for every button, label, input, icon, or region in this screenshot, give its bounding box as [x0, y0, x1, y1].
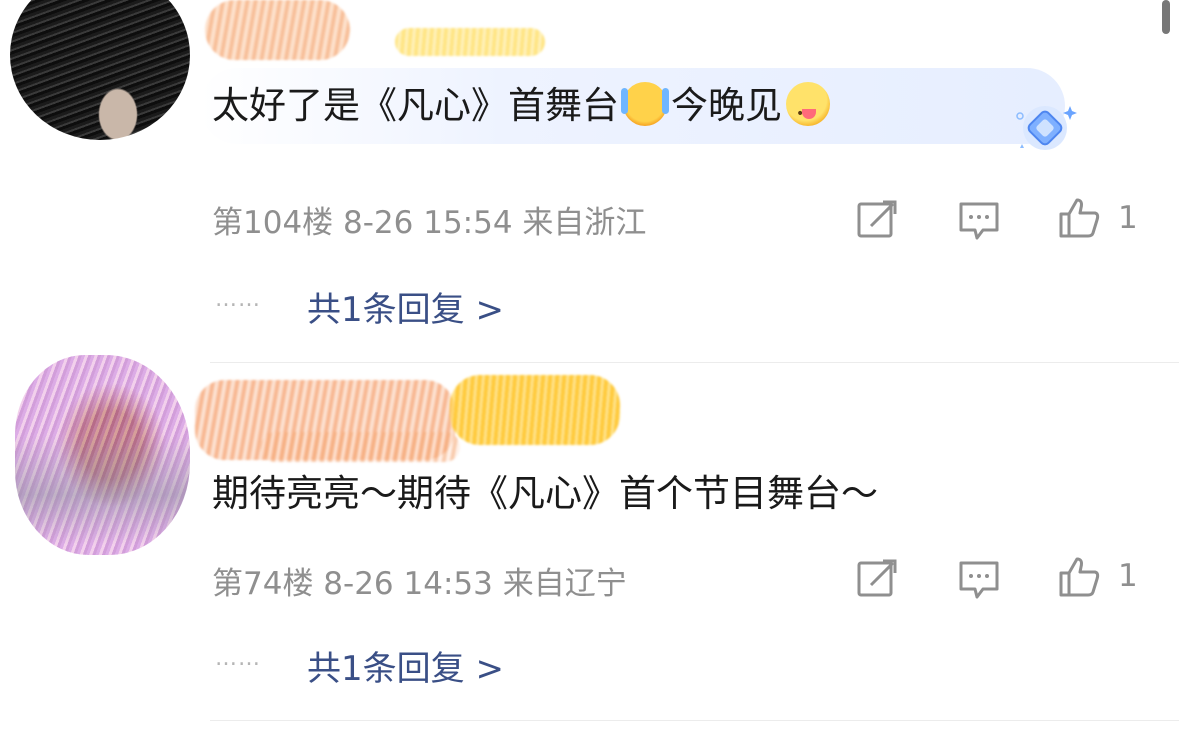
redacted-username: [205, 0, 350, 60]
avatar[interactable]: [10, 0, 190, 140]
view-replies-link[interactable]: 共1条回复 >: [307, 282, 504, 331]
redacted-badge: [450, 375, 620, 445]
comment-meta: 第74楼 8-26 14:53 来自辽宁: [212, 566, 627, 602]
like-count: 1: [1118, 558, 1138, 594]
avatar[interactable]: [15, 355, 190, 555]
reply-dots: ……: [215, 287, 261, 312]
divider: [210, 362, 1179, 363]
share-edit-icon[interactable]: [855, 557, 899, 601]
comment-bubble-icon[interactable]: [957, 557, 1001, 601]
laughing-tears-emoji-icon: [621, 82, 669, 126]
comment-meta: 第104楼 8-26 15:54 来自浙江: [212, 205, 647, 241]
thumbs-up-icon[interactable]: [1057, 196, 1101, 240]
comment-bubble-icon[interactable]: [957, 198, 1001, 242]
redacted-username: [260, 432, 460, 462]
redacted-badge: [395, 28, 545, 56]
reply-dots: ……: [215, 646, 261, 671]
yum-face-emoji-icon: [786, 82, 830, 138]
comment-text-part: 今晚见: [671, 84, 782, 127]
view-replies-link[interactable]: 共1条回复 >: [307, 641, 504, 690]
comment-text: 期待亮亮～期待《凡心》首个节目舞台～: [212, 472, 878, 515]
diamond-badge-icon: [1016, 106, 1077, 150]
share-edit-icon[interactable]: [855, 198, 899, 242]
thumbs-up-icon[interactable]: [1057, 555, 1101, 599]
comment-text: 太好了是《凡心》首舞台 今晚见: [212, 82, 834, 138]
divider: [210, 720, 1179, 721]
comment-text-part: 太好了是《凡心》首舞台: [212, 84, 619, 127]
like-count: 1: [1118, 200, 1138, 236]
scrollbar-thumb[interactable]: [1162, 0, 1170, 34]
